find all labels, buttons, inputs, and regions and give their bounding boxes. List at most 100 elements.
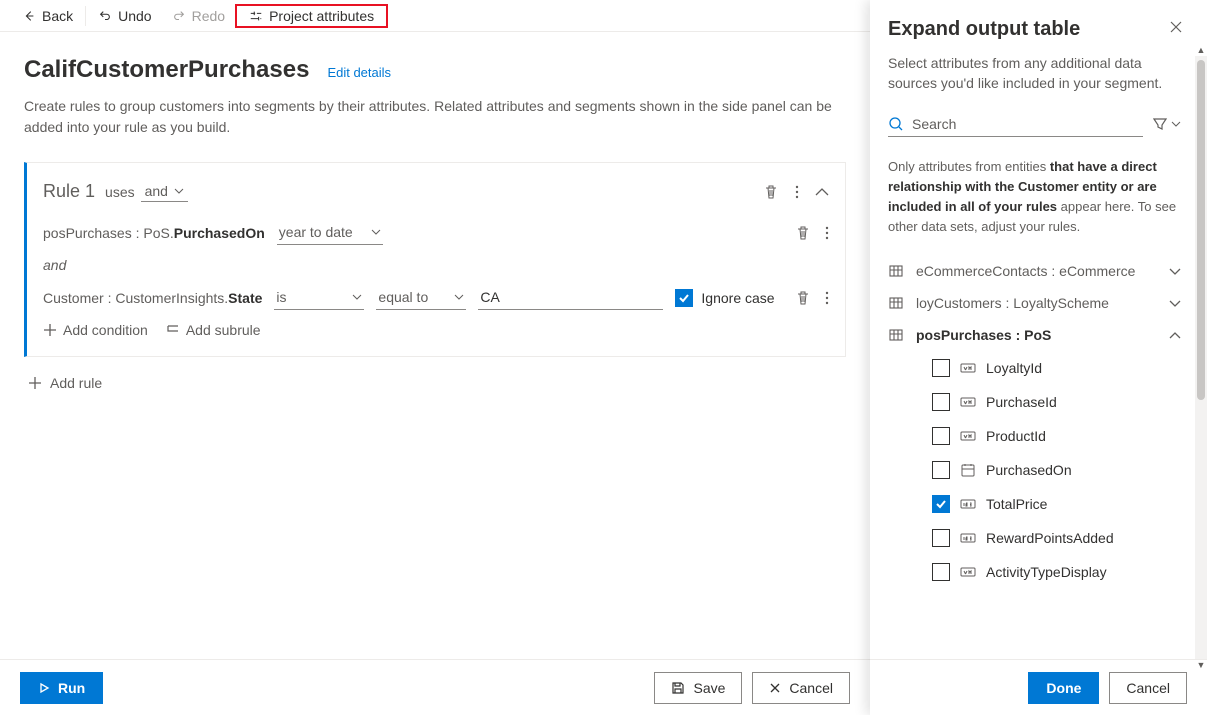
add-rule-label: Add rule [50,375,102,391]
checkbox-checked-icon [932,495,950,513]
attribute-item[interactable]: PurchaseId [888,385,1181,419]
trash-icon [763,184,779,200]
condition-2-more-button[interactable] [825,290,829,306]
rule-more-button[interactable] [795,184,799,200]
panel-scrollbar[interactable]: ▲ ▼ [1195,56,1207,659]
condition-2-attribute: Customer : CustomerInsights.State [43,290,262,306]
done-button[interactable]: Done [1028,672,1099,704]
collapse-rule-button[interactable] [815,188,829,196]
project-attributes-button[interactable]: Project attributes [235,4,388,28]
undo-button[interactable]: Undo [88,4,161,28]
filter-button[interactable] [1153,117,1181,131]
rule-actions [763,184,829,200]
attribute-label: PurchaseId [986,394,1057,410]
rule-logic-select[interactable]: and [141,181,188,202]
scroll-down-arrow[interactable]: ▼ [1195,659,1207,671]
condition-2-op1-select[interactable]: is [274,285,364,310]
attribute-item[interactable]: TotalPrice [888,487,1181,521]
condition-1-bold: PurchasedOn [174,225,265,241]
close-icon [1169,20,1183,34]
rule-uses-label: uses [105,184,135,200]
run-button[interactable]: Run [20,672,103,704]
trash-icon [795,225,811,241]
checkbox-unchecked-icon [932,427,950,445]
text-type-icon [960,564,976,580]
cancel-label: Cancel [789,680,833,696]
attribute-item[interactable]: RewardPointsAdded [888,521,1181,555]
table-icon [888,327,904,343]
date-type-icon [960,462,976,478]
edit-details-link[interactable]: Edit details [327,65,391,80]
condition-2-op2-value: equal to [378,289,428,305]
panel-cancel-button[interactable]: Cancel [1109,672,1187,704]
attribute-item[interactable]: LoyaltyId [888,351,1181,385]
condition-row-1: posPurchases : PoS.PurchasedOn year to d… [43,220,829,245]
text-type-icon [960,394,976,410]
undo-label: Undo [118,8,151,24]
entity-label: loyCustomers : LoyaltyScheme [916,295,1157,311]
save-icon [671,681,685,695]
attribute-item[interactable]: PurchasedOn [888,453,1181,487]
page-title: CalifCustomerPurchases [24,56,309,84]
panel-cancel-label: Cancel [1126,680,1170,696]
panel-hint-prefix: Only attributes from entities [888,159,1050,174]
page-description: Create rules to group customers into seg… [24,96,844,138]
chevron-down-icon [174,188,184,194]
chevron-down-icon [371,229,381,235]
entity-row[interactable]: loyCustomers : LoyaltyScheme [888,287,1181,319]
attribute-label: PurchasedOn [986,462,1072,478]
back-label: Back [42,8,73,24]
add-rule-button[interactable]: Add rule [28,375,102,391]
panel-hint: Only attributes from entities that have … [888,157,1181,238]
number-type-icon [960,530,976,546]
checkbox-unchecked-icon [932,461,950,479]
condition-1-more-button[interactable] [825,225,829,241]
page-title-row: CalifCustomerPurchases Edit details [24,56,846,84]
entity-row[interactable]: eCommerceContacts : eCommerce [888,255,1181,287]
delete-condition-2-button[interactable] [795,290,811,306]
attribute-item[interactable]: ProductId [888,419,1181,453]
entity-list: eCommerceContacts : eCommerce loyCustomer… [888,255,1181,589]
chevron-down-icon [454,294,464,300]
condition-2-actions [795,290,829,306]
search-input[interactable] [912,116,1143,132]
cancel-button[interactable]: Cancel [752,672,850,704]
table-icon [888,263,904,279]
subrule-icon [166,323,180,337]
scroll-up-arrow[interactable]: ▲ [1195,44,1207,56]
condition-2-value-input[interactable] [478,285,663,310]
add-condition-button[interactable]: Add condition [43,322,148,338]
more-vertical-icon [825,290,829,306]
ignore-case-label: Ignore case [701,290,774,306]
entity-label: posPurchases : PoS [916,327,1157,343]
condition-1-operator-select[interactable]: year to date [277,220,383,245]
attribute-item[interactable]: ActivityTypeDisplay [888,555,1181,589]
ignore-case-checkbox[interactable]: Ignore case [675,289,774,307]
condition-1-attribute: posPurchases : PoS.PurchasedOn [43,225,265,241]
add-subrule-button[interactable]: Add subrule [166,322,261,338]
condition-1-prefix: posPurchases : PoS. [43,225,174,241]
panel-close-button[interactable] [1169,20,1183,37]
chevron-down-icon [1171,121,1181,127]
delete-condition-1-button[interactable] [795,225,811,241]
plus-icon [43,323,57,337]
text-type-icon [960,428,976,444]
rule-header: Rule 1 uses and [43,181,829,202]
condition-2-prefix: Customer : CustomerInsights. [43,290,228,306]
entity-row[interactable]: posPurchases : PoS [888,319,1181,351]
more-vertical-icon [795,184,799,200]
scroll-thumb[interactable] [1197,60,1205,400]
condition-2-op2-select[interactable]: equal to [376,285,466,310]
filter-icon [1153,117,1167,131]
panel-description: Select attributes from any additional da… [888,53,1181,94]
number-type-icon [960,496,976,512]
save-button[interactable]: Save [654,672,742,704]
check-icon [675,289,693,307]
condition-1-actions [795,225,829,241]
checkbox-unchecked-icon [932,529,950,547]
delete-rule-button[interactable] [763,184,779,200]
footer-right: Save Cancel [654,672,850,704]
done-label: Done [1046,680,1081,696]
add-subrule-label: Add subrule [186,322,261,338]
back-button[interactable]: Back [12,4,83,28]
